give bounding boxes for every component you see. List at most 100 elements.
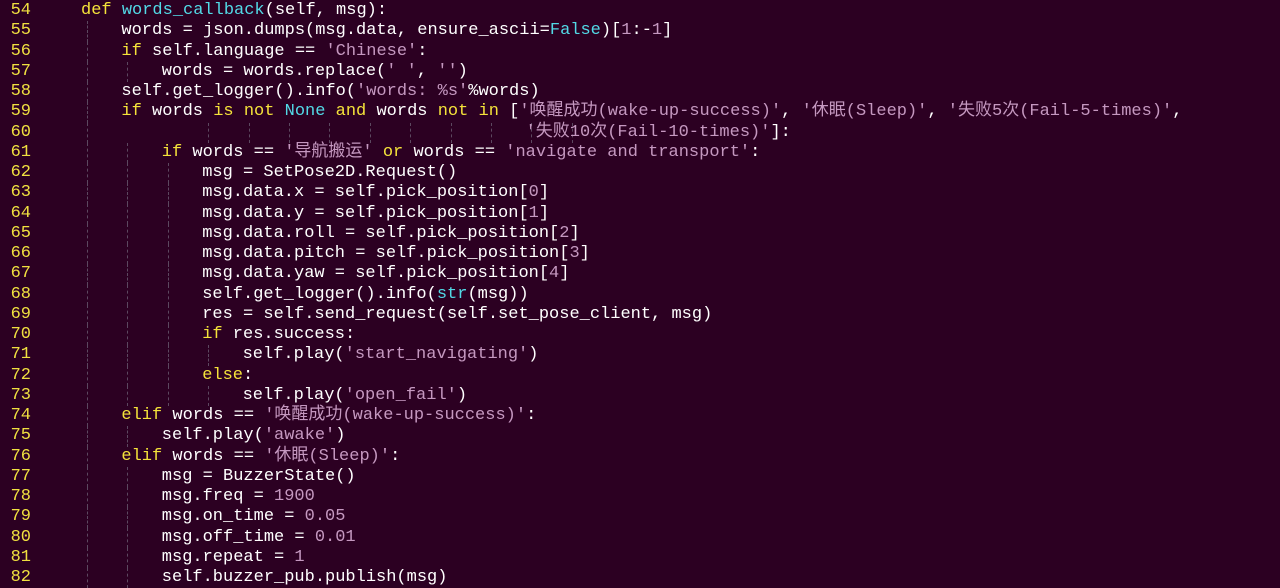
code-line[interactable]: 82 self.buzzer_pub.publish(msg) xyxy=(0,568,1280,588)
code-text: msg.on_time = 0.05 xyxy=(162,507,346,527)
indent-guide xyxy=(87,304,88,325)
indent-guide xyxy=(167,163,169,184)
indent-guide xyxy=(127,142,129,163)
token-kw: if xyxy=(121,102,142,122)
token-builtin: str xyxy=(436,284,468,304)
code-line[interactable]: 77 msg = BuzzerState() xyxy=(0,466,1280,487)
line-number: 63 xyxy=(10,183,31,203)
token-plain: )[ xyxy=(600,21,622,41)
code-line[interactable]: 79 msg.on_time = 0.05 xyxy=(0,507,1280,528)
indent-guide xyxy=(127,487,129,508)
token-plain: words == xyxy=(403,142,506,162)
code-line[interactable]: 60 '失败10次(Fail-10-times)']: xyxy=(0,122,1280,143)
token-plain: words xyxy=(141,102,214,122)
token-plain: : xyxy=(417,41,428,61)
indent-guide xyxy=(127,163,129,184)
token-plain: msg = BuzzerState() xyxy=(161,466,356,486)
line-number: 61 xyxy=(10,142,31,162)
code-line[interactable]: 66 msg.data.pitch = self.pick_position[3] xyxy=(0,244,1280,265)
indent-guide xyxy=(410,122,412,143)
line-number: 71 xyxy=(10,345,31,365)
line-number: 81 xyxy=(10,547,31,567)
token-plain: self.get_logger().info( xyxy=(202,284,437,304)
code-text: if self.language == 'Chinese': xyxy=(121,42,427,62)
code-line[interactable]: 55 words = json.dumps(msg.data, ensure_as… xyxy=(0,21,1280,42)
code-line[interactable]: 76 elif words == '休眠(Sleep)': xyxy=(0,446,1280,467)
code-text: msg.data.y = self.pick_position[1] xyxy=(202,204,549,224)
code-line[interactable]: 54 def words_callback(self, msg): xyxy=(0,1,1280,21)
indent-guide xyxy=(87,426,88,447)
token-plain: msg.data.roll = self.pick_position[ xyxy=(202,223,560,243)
code-editor[interactable]: 54 def words_callback(self, msg): 55 words … xyxy=(0,0,1280,588)
token-num: 1900 xyxy=(274,487,315,506)
token-kw: or xyxy=(382,142,404,162)
code-text: msg.repeat = 1 xyxy=(162,548,305,568)
code-line[interactable]: 75 self.play('awake') xyxy=(0,426,1280,447)
code-line[interactable]: 63 msg.data.x = self.pick_position[0] xyxy=(0,183,1280,204)
indent-guide xyxy=(167,203,169,224)
code-text: self.play('open_fail') xyxy=(243,386,467,406)
code-line[interactable]: 57 words = words.replace(' ', '') xyxy=(0,61,1280,82)
code-line[interactable]: 72 else: xyxy=(0,365,1280,386)
code-line[interactable]: 74 elif words == '唤醒成功(wake-up-success)': xyxy=(0,406,1280,427)
code-text: msg.data.pitch = self.pick_position[3] xyxy=(202,244,590,264)
code-line[interactable]: 64 msg.data.y = self.pick_position[1] xyxy=(0,203,1280,224)
code-text: msg.data.x = self.pick_position[0] xyxy=(202,183,549,203)
line-number: 55 xyxy=(10,21,31,41)
indent-guide xyxy=(87,446,88,467)
token-plain: msg.repeat = xyxy=(161,547,295,567)
token-plain: self.buzzer_pub.publish(msg) xyxy=(161,568,448,587)
code-line[interactable]: 69 res = self.send_request(self.set_pose_… xyxy=(0,304,1280,325)
line-number: 79 xyxy=(10,507,31,527)
code-text: self.get_logger().info(str(msg)) xyxy=(202,285,528,305)
indent-guide xyxy=(127,325,129,346)
token-str: '唤醒成功(wake-up-success)' xyxy=(519,102,782,122)
token-str: '失败5次(Fail-5-times)' xyxy=(947,102,1173,122)
token-num: 4 xyxy=(549,264,560,284)
indent-guide xyxy=(369,122,371,143)
line-number: 73 xyxy=(10,385,31,405)
code-text: if words is not None and words not in ['… xyxy=(121,102,1182,122)
token-plain: words = json.dumps(msg.data, ensure_asci… xyxy=(121,21,550,41)
indent-guide xyxy=(87,406,88,427)
indent-guide xyxy=(87,142,88,163)
line-number: 68 xyxy=(10,284,31,304)
code-line[interactable]: 61 if words == '导航搬运' or words == 'naviga… xyxy=(0,142,1280,163)
code-text: words = words.replace(' ', '') xyxy=(162,62,468,82)
token-num: 1 xyxy=(528,203,539,223)
indent-guide xyxy=(167,264,169,285)
code-text: msg = SetPose2D.Request() xyxy=(202,163,457,183)
indent-guide xyxy=(87,223,88,244)
code-line[interactable]: 58 self.get_logger().info('words: %s'%wor… xyxy=(0,82,1280,103)
code-line[interactable]: 78 msg.freq = 1900 xyxy=(0,487,1280,508)
indent-guide xyxy=(167,345,169,366)
code-line[interactable]: 65 msg.data.roll = self.pick_position[2] xyxy=(0,223,1280,244)
code-line[interactable]: 71 self.play('start_navigating') xyxy=(0,345,1280,366)
indent-guide xyxy=(167,244,169,265)
token-num: 3 xyxy=(569,244,580,263)
code-line[interactable]: 56 if self.language == 'Chinese': xyxy=(0,41,1280,62)
code-line[interactable]: 62 msg = SetPose2D.Request() xyxy=(0,163,1280,184)
indent-guide xyxy=(329,122,331,143)
token-str: 'navigate and transport' xyxy=(505,142,751,162)
code-line[interactable]: 68 self.get_logger().info(str(msg)) xyxy=(0,284,1280,305)
code-line[interactable]: 70 if res.success: xyxy=(0,325,1280,346)
token-str: '' xyxy=(437,61,458,81)
indent-guide xyxy=(127,284,129,305)
code-line[interactable]: 67 msg.data.yaw = self.pick_position[4] xyxy=(0,264,1280,285)
indent-guide xyxy=(87,82,88,103)
token-plain: words = words.replace( xyxy=(161,61,387,81)
code-line[interactable]: 80 msg.off_time = 0.01 xyxy=(0,527,1280,548)
token-plain: %words) xyxy=(468,82,540,101)
code-text: if res.success: xyxy=(202,325,355,345)
indent-guide xyxy=(127,264,129,285)
line-number: 58 xyxy=(10,82,31,101)
line-number: 72 xyxy=(10,365,31,385)
code-line[interactable]: 59 if words is not None and words not in … xyxy=(0,102,1280,123)
indent-guide xyxy=(127,426,129,447)
code-line[interactable]: 81 msg.repeat = 1 xyxy=(0,547,1280,568)
code-text: '失败10次(Fail-10-times)']: xyxy=(526,123,791,143)
token-str: ' ' xyxy=(386,61,417,81)
code-line[interactable]: 73 self.play('open_fail') xyxy=(0,385,1280,406)
